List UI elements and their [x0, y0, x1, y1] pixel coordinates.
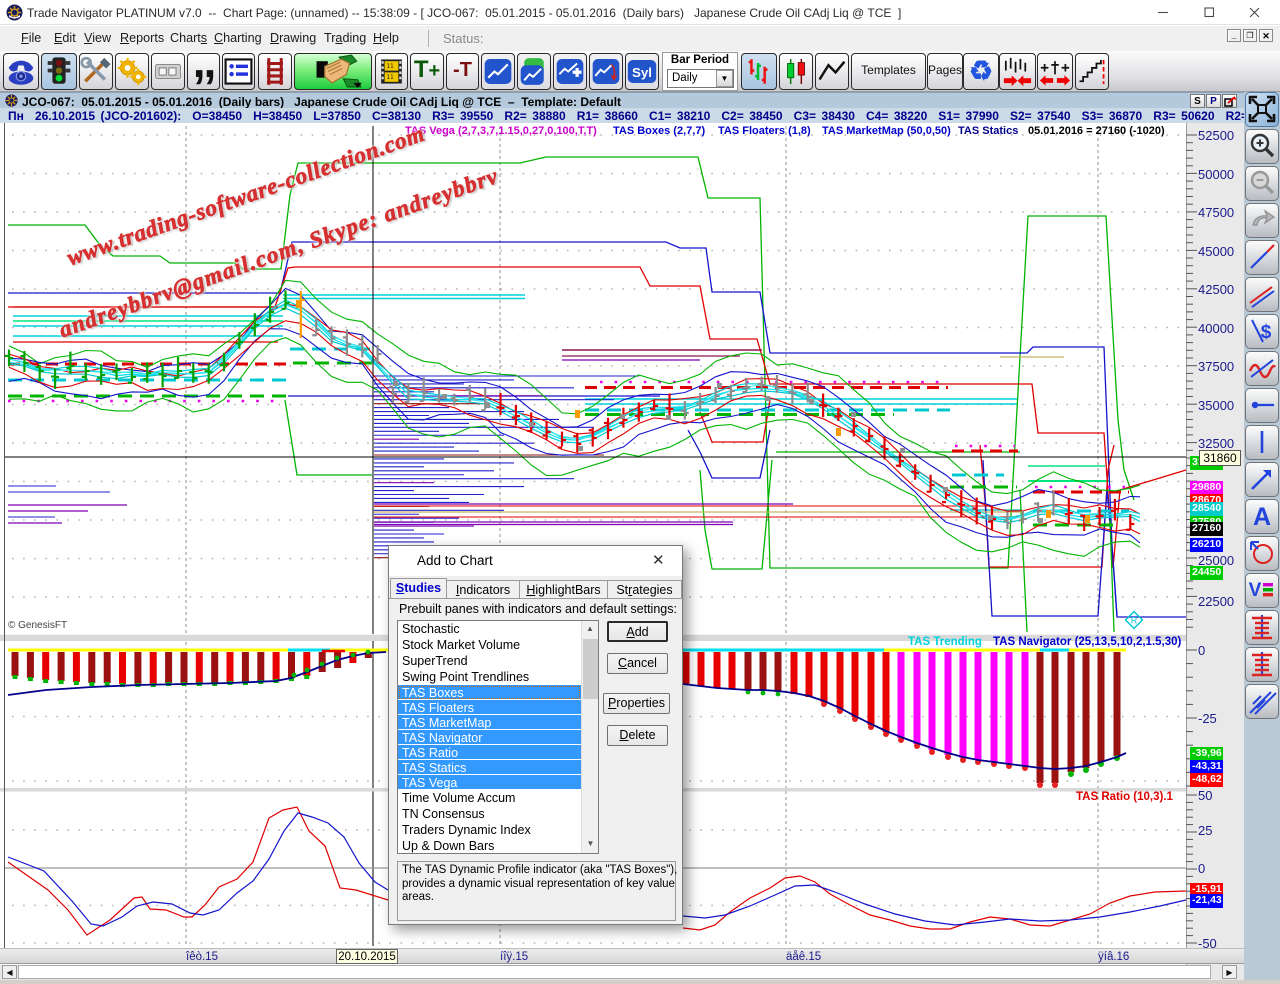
svg-text:R: R — [1131, 616, 1138, 626]
svg-text:A: A — [1253, 503, 1271, 531]
svg-text:V: V — [1249, 580, 1262, 601]
svg-text:11: 11 — [386, 63, 394, 70]
svg-text:Syl: Syl — [632, 65, 652, 80]
svg-text:$: $ — [1261, 322, 1272, 343]
svg-text:11: 11 — [386, 74, 394, 81]
